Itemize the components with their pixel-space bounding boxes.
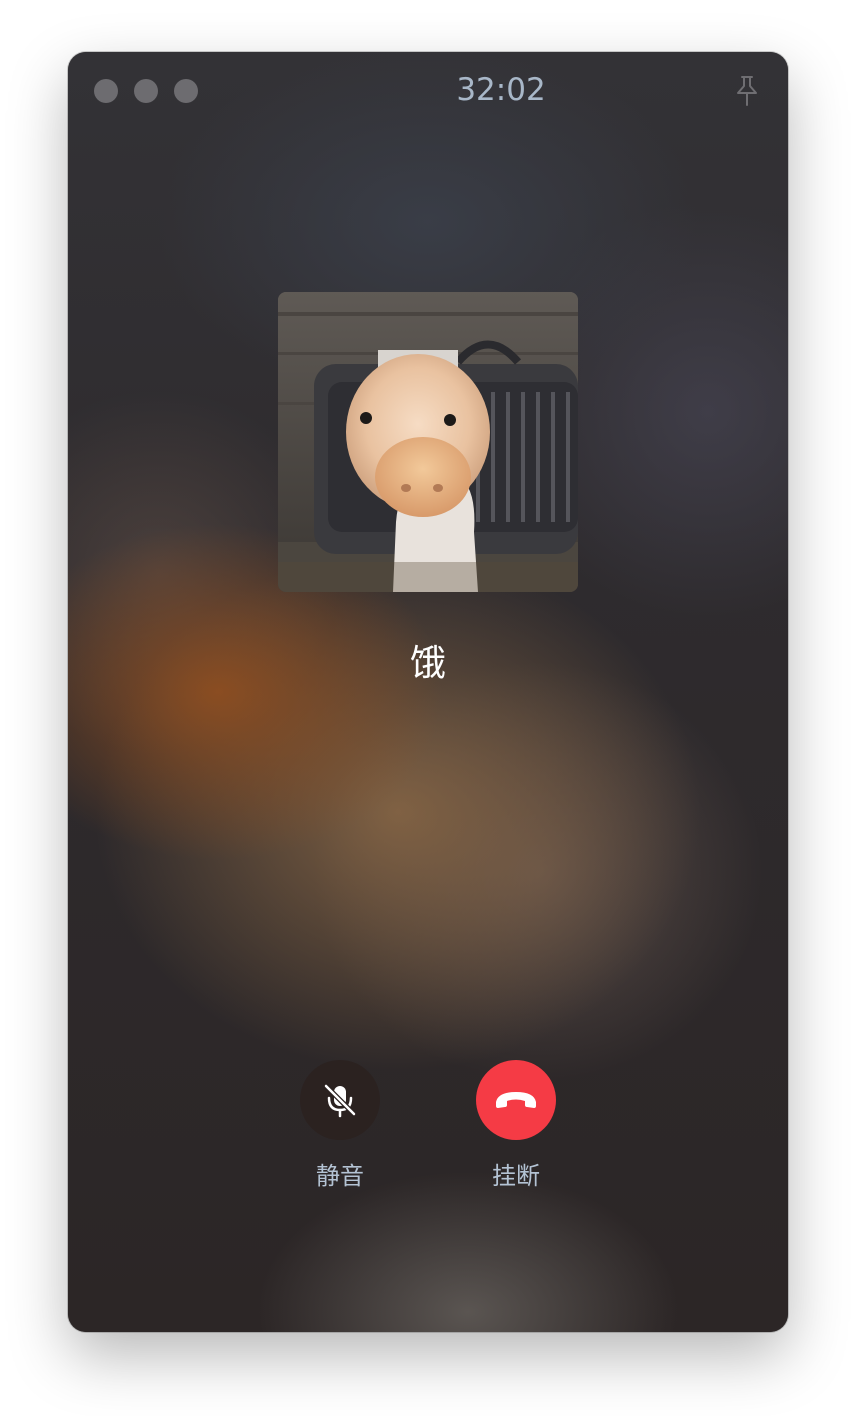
call-window: 32:02 饿 静音 挂断 [68,52,788,1332]
microphone-off-icon [323,1083,357,1118]
contact-name: 饿 [409,643,446,684]
call-timer: 32:02 [456,72,546,108]
mute-label: 静音 [316,1162,364,1190]
blurred-background [68,52,788,1332]
contact-avatar [278,292,578,592]
mute-button[interactable] [300,1060,380,1140]
call-timer-container: 32:02 [68,72,788,108]
pin-icon[interactable] [732,74,762,108]
title-bar: 32:02 [68,52,788,130]
phone-hangup-icon [496,1092,536,1108]
hangup-label: 挂断 [492,1162,540,1190]
hangup-button[interactable] [476,1060,556,1140]
